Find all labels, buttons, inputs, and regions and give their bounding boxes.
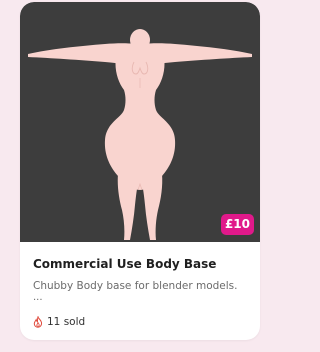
flame-icon	[33, 316, 43, 328]
sold-label: 11 sold	[47, 316, 86, 328]
price-badge: £10	[220, 214, 254, 235]
product-title[interactable]: Commercial Use Body Base	[33, 257, 216, 271]
product-description: Chubby Body base for blender models.	[33, 280, 238, 292]
description-ellipsis: ...	[33, 292, 43, 303]
product-thumbnail[interactable]: £10	[20, 2, 260, 242]
body-base-thumbnail	[28, 29, 252, 240]
product-card[interactable]: £10 Commercial Use Body Base Chubby Body…	[20, 2, 260, 340]
sold-count: 11 sold	[33, 315, 85, 329]
